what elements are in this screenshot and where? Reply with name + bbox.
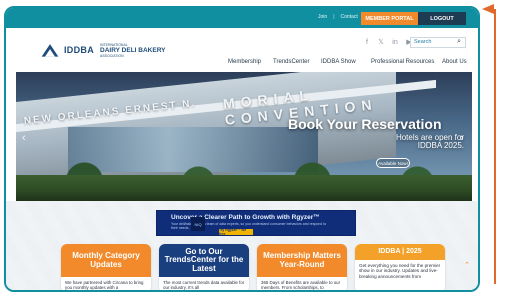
hero-cta-button[interactable]: Available Now! <box>376 158 410 168</box>
facebook-icon[interactable]: f <box>363 39 371 47</box>
niq-logo: NIQ <box>191 217 205 231</box>
pointer-arrow-icon <box>482 4 494 14</box>
logo-mark-icon <box>41 44 59 57</box>
chevron-up-icon[interactable]: ⌃ <box>464 261 470 269</box>
rgyzer-ad-banner[interactable]: Uncover a Clearer Path to Growth with Rg… <box>156 210 356 236</box>
contact-link[interactable]: Contact <box>341 14 358 20</box>
linkedin-icon[interactable]: in <box>391 39 399 47</box>
utility-bar: Join | Contact MEMBER PORTAL LOGOUT <box>6 8 478 28</box>
magnifier-icon[interactable]: ⌕ <box>457 38 461 46</box>
main-nav: Membership TrendsCenter IDDBA Show Profe… <box>6 59 478 69</box>
card-body: Get everything you need for the premier … <box>359 263 441 279</box>
logo-tagline: ASSOCIATION <box>100 53 124 58</box>
logo-acronym: IDDBA <box>64 44 94 55</box>
hero-subheadline: Hotels are open for IDDBA 2025. <box>395 133 464 151</box>
card-trendscenter[interactable]: Go to Our TrendsCenter for the Latest Th… <box>159 244 249 291</box>
nav-professional-resources[interactable]: Professional Resources <box>371 59 434 65</box>
utility-links: Join | Contact <box>318 14 358 20</box>
pointer-arrow-line <box>494 9 496 284</box>
card-membership-matters[interactable]: Membership Matters Year-Round 365 Days o… <box>257 244 347 291</box>
card-title: IDDBA | 2025 <box>355 244 445 260</box>
ad-button[interactable]: Try Rgyzer™ for free <box>219 228 253 236</box>
card-title: Monthly Category Updates <box>61 244 151 277</box>
content-band: Uncover a Clearer Path to Growth with Rg… <box>6 201 478 290</box>
ad-logo-text: NIQ <box>194 221 202 227</box>
chevron-left-icon[interactable]: ‹ <box>22 132 26 144</box>
card-iddba-2025[interactable]: IDDBA | 2025 Get everything you need for… <box>355 244 445 290</box>
chevron-right-icon[interactable]: › <box>460 132 464 144</box>
card-body: We have partnered with Circana to bring … <box>65 280 144 291</box>
utility-separator: | <box>333 14 335 20</box>
card-body: 365 Days of Benefits are available to ou… <box>261 280 341 291</box>
card-title: Membership Matters Year-Round <box>257 244 347 277</box>
logout-button[interactable]: LOGOUT <box>418 12 466 25</box>
card-monthly-category-updates[interactable]: Monthly Category Updates We have partner… <box>61 244 151 291</box>
browser-frame: Join | Contact MEMBER PORTAL LOGOUT IDDB… <box>4 6 480 292</box>
card-body: The most current trends data available f… <box>163 280 245 291</box>
card-title: Go to Our TrendsCenter for the Latest <box>159 244 249 277</box>
member-portal-label: MEMBER PORTAL <box>365 15 414 22</box>
hero-carousel[interactable]: NEW ORLEANS ERNEST N. MORIAL CONVENTION … <box>16 72 472 201</box>
hero-headline: Book Your Reservation <box>288 116 442 132</box>
nav-membership[interactable]: Membership <box>228 59 261 65</box>
logout-label: LOGOUT <box>430 15 454 22</box>
site-header: IDDBA INTERNATIONAL DAIRY DELI BAKERY AS… <box>6 28 478 72</box>
logo-name: DAIRY DELI BAKERY <box>100 46 166 54</box>
logo-wordmark: INTERNATIONAL DAIRY DELI BAKERY ASSOCIAT… <box>100 43 166 58</box>
search-placeholder: Search <box>414 39 432 45</box>
iddba-logo[interactable]: IDDBA INTERNATIONAL DAIRY DELI BAKERY AS… <box>40 42 166 58</box>
join-link[interactable]: Join <box>318 14 327 20</box>
twitter-icon[interactable]: 𝕏 <box>377 39 385 47</box>
logo-text: IDDBA <box>64 44 94 55</box>
feature-cards: Monthly Category Updates We have partner… <box>61 244 445 291</box>
hero-cta-label: Available Now! <box>378 160 408 166</box>
nav-iddba-show[interactable]: IDDBA Show <box>321 59 356 65</box>
ad-button-label: Try Rgyzer™ for free <box>219 228 247 236</box>
hero-greenery <box>16 175 472 201</box>
nav-trendscenter[interactable]: TrendsCenter <box>273 59 309 65</box>
search-input[interactable]: Search ⌕ <box>410 37 466 48</box>
nav-about-us[interactable]: About Us <box>442 59 467 65</box>
member-portal-button[interactable]: MEMBER PORTAL <box>361 12 418 25</box>
social-icons: f 𝕏 in ▶ <box>363 39 413 47</box>
